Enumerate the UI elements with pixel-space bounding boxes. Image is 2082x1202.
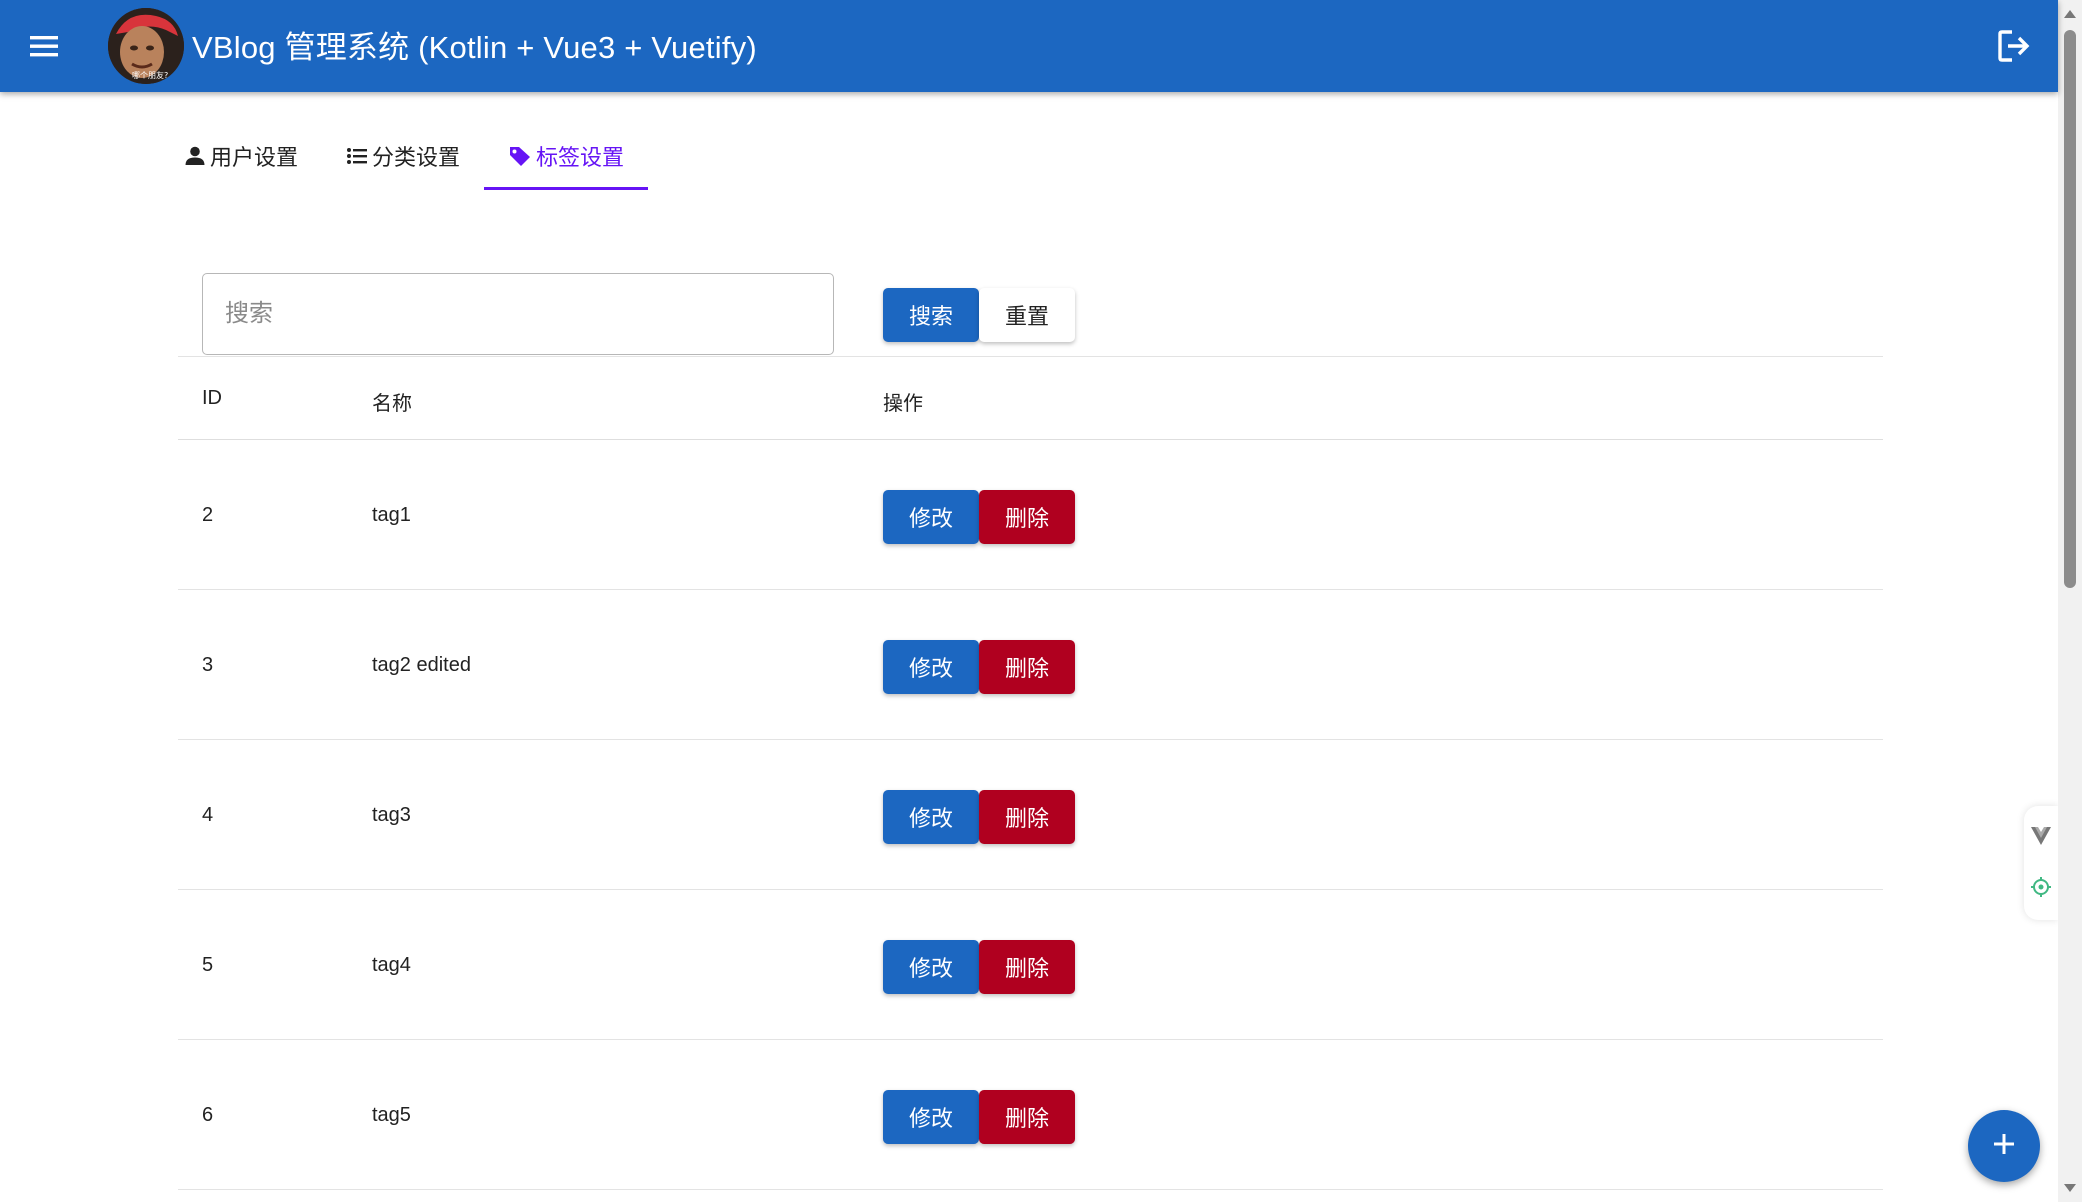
cell-id: 6 (202, 1104, 214, 1126)
table-header: ID 名称 操作 (178, 356, 1883, 440)
cell-name: tag2 edited (372, 654, 471, 676)
tag-icon (508, 145, 532, 167)
reset-button[interactable]: 重置 (979, 288, 1075, 342)
avatar[interactable]: 哪个朋友? (108, 8, 184, 84)
table-row: 4 tag3 修改 删除 (178, 740, 1883, 890)
table-row: 3 tag2 edited 修改 删除 (178, 590, 1883, 740)
target-icon[interactable] (2030, 876, 2052, 903)
edit-button[interactable]: 修改 (883, 790, 979, 844)
devtools-widget[interactable] (2024, 806, 2058, 920)
cell-id: 4 (202, 804, 214, 826)
tab-category-settings[interactable]: 分类设置 (322, 122, 484, 190)
search-input[interactable] (203, 274, 833, 354)
table-row: 6 tag5 修改 删除 (178, 1040, 1883, 1190)
delete-button[interactable]: 删除 (979, 490, 1075, 544)
edit-button[interactable]: 修改 (883, 640, 979, 694)
search-field[interactable] (202, 273, 834, 355)
plus-icon (1991, 1131, 2017, 1162)
cell-name: tag5 (372, 1104, 411, 1126)
avatar-caption: 哪个朋友? (132, 70, 168, 80)
app-bar: 哪个朋友? VBlog 管理系统 (Kotlin + Vue3 + Vuetif… (0, 0, 2058, 92)
page-scrollbar[interactable] (2058, 0, 2082, 1202)
delete-button[interactable]: 删除 (979, 640, 1075, 694)
edit-button[interactable]: 修改 (883, 490, 979, 544)
header-id: ID (202, 387, 222, 409)
delete-button[interactable]: 删除 (979, 790, 1075, 844)
scroll-thumb[interactable] (2064, 30, 2076, 588)
add-tag-button[interactable] (1968, 1110, 2040, 1182)
vue-logo-icon[interactable] (2030, 826, 2052, 851)
tag-table: ID 名称 操作 2 tag1 修改 删除 3 tag2 edited 修改 删… (178, 356, 1883, 1190)
table-row: 2 tag1 修改 删除 (178, 440, 1883, 590)
edit-button[interactable]: 修改 (883, 1090, 979, 1144)
logout-icon[interactable] (1992, 24, 2036, 68)
edit-button[interactable]: 修改 (883, 940, 979, 994)
header-name: 名称 (372, 393, 412, 415)
account-icon (184, 145, 206, 167)
delete-button[interactable]: 删除 (979, 1090, 1075, 1144)
table-row: 5 tag4 修改 删除 (178, 890, 1883, 1040)
tab-user-settings[interactable]: 用户设置 (160, 122, 322, 190)
cell-id: 3 (202, 654, 214, 676)
tab-tag-settings[interactable]: 标签设置 (484, 122, 649, 190)
search-button[interactable]: 搜索 (883, 288, 979, 342)
tab-label: 标签设置 (536, 145, 625, 170)
cell-name: tag4 (372, 954, 411, 976)
tab-label: 用户设置 (210, 145, 299, 170)
cell-name: tag3 (372, 804, 411, 826)
header-actions: 操作 (883, 393, 923, 415)
scroll-up-icon[interactable] (2064, 10, 2076, 18)
tab-label: 分类设置 (372, 145, 461, 170)
delete-button[interactable]: 删除 (979, 940, 1075, 994)
cell-name: tag1 (372, 504, 411, 526)
scroll-down-icon[interactable] (2064, 1184, 2076, 1192)
menu-icon[interactable] (22, 26, 66, 66)
app-title: VBlog 管理系统 (Kotlin + Vue3 + Vuetify) (192, 30, 757, 65)
cell-id: 2 (202, 504, 214, 526)
settings-tabs: 用户设置 分类设置 标签设置 (160, 122, 649, 190)
cell-id: 5 (202, 954, 214, 976)
list-icon (346, 145, 368, 167)
